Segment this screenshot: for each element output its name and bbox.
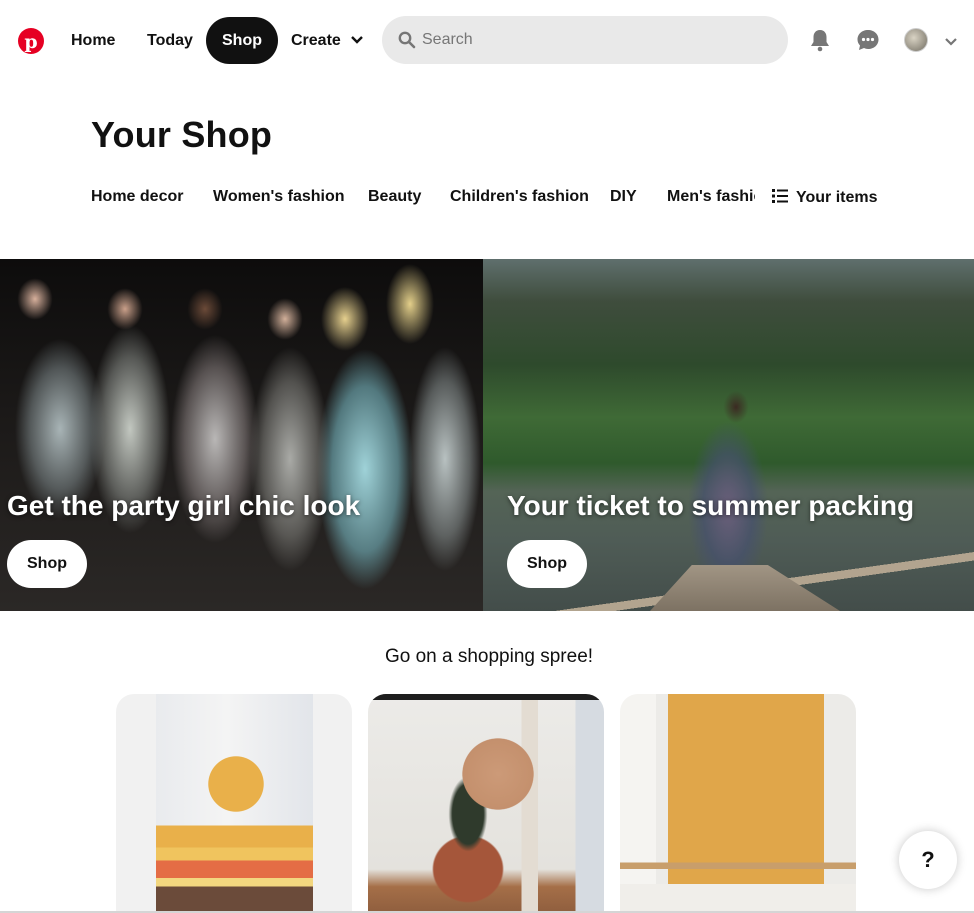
- product-image: [620, 694, 856, 913]
- nav-today[interactable]: Today: [132, 17, 208, 64]
- hero-caption: Get the party girl chic look: [7, 490, 361, 521]
- hero-card-summer[interactable]: Your ticket to summer packing Shop: [483, 259, 974, 611]
- your-items-label: Your items: [796, 189, 878, 206]
- svg-text:p: p: [24, 31, 37, 53]
- pinterest-logo[interactable]: p: [18, 28, 44, 54]
- nav-create-label: Create: [291, 32, 341, 49]
- top-nav-bar: p Home Today Shop Create: [0, 0, 974, 80]
- nav-home[interactable]: Home: [56, 17, 130, 64]
- nav-shop[interactable]: Shop: [206, 17, 278, 64]
- section-title: Go on a shopping spree!: [384, 646, 594, 667]
- chat-icon[interactable]: [856, 28, 880, 57]
- page-title: Your Shop: [91, 114, 273, 155]
- avatar[interactable]: [904, 28, 928, 52]
- hero-card-party[interactable]: Get the party girl chic look Shop: [0, 259, 483, 611]
- hero-caption: Your ticket to summer packing: [507, 490, 915, 521]
- category-mens-fashion-clip: Men's fashion: [667, 188, 755, 206]
- category-tabs: Home decor Women's fashion Beauty Childr…: [0, 178, 974, 218]
- list-icon: [772, 188, 788, 209]
- category-womens-fashion[interactable]: Women's fashion: [213, 188, 345, 206]
- hero-shop-button[interactable]: Shop: [507, 540, 587, 588]
- category-diy[interactable]: DIY: [610, 188, 637, 206]
- product-image: [156, 694, 313, 913]
- product-card-bedroom[interactable]: [116, 694, 352, 913]
- help-button[interactable]: ?: [899, 831, 957, 889]
- product-card-arch-wall[interactable]: [620, 694, 856, 913]
- category-beauty[interactable]: Beauty: [368, 188, 421, 206]
- search-icon: [398, 31, 416, 54]
- your-items-button[interactable]: Your items: [772, 188, 878, 209]
- product-card-botanical-mural[interactable]: [368, 694, 604, 913]
- search-bar[interactable]: [382, 16, 788, 64]
- nav-create-dropdown[interactable]: Create: [276, 17, 378, 64]
- category-mens-fashion[interactable]: Men's fashion: [667, 188, 755, 205]
- category-childrens-fashion[interactable]: Children's fashion: [450, 188, 589, 206]
- bell-icon[interactable]: [808, 28, 832, 57]
- chevron-down-icon: [351, 17, 364, 64]
- search-input[interactable]: [422, 16, 772, 64]
- category-home-decor[interactable]: Home decor: [91, 188, 183, 206]
- hero-shop-button[interactable]: Shop: [7, 540, 87, 588]
- account-chevron-down-icon[interactable]: [944, 34, 958, 52]
